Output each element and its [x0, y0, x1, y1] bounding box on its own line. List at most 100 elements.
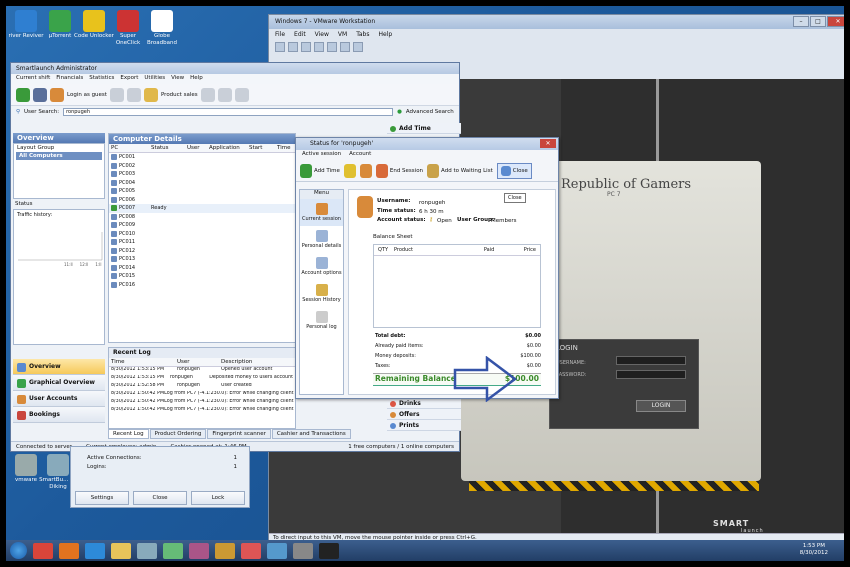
tab-active-session[interactable]: Active session	[302, 151, 341, 159]
table-row[interactable]: PC015	[109, 272, 295, 281]
dialog-close-icon[interactable]: ✕	[540, 139, 556, 148]
unity-icon[interactable]	[340, 42, 350, 52]
tab-account[interactable]: Account	[349, 151, 371, 159]
add-time-button[interactable]: Add Time	[300, 163, 340, 178]
user-button[interactable]	[359, 163, 372, 178]
advanced-search-button[interactable]: Advanced Search	[406, 109, 454, 115]
user-gray-icon[interactable]	[109, 87, 124, 102]
app7-icon[interactable]	[189, 542, 209, 559]
taskbar-clock[interactable]: 1:53 PM 8/30/2012	[800, 543, 828, 557]
menu-financials[interactable]: Financials	[56, 75, 83, 83]
table-row[interactable]: PC001	[109, 153, 295, 162]
add-waiting-list-button[interactable]: Add to Waiting List	[427, 163, 493, 178]
user-icon[interactable]	[50, 87, 64, 102]
firefox-icon[interactable]	[59, 542, 79, 559]
menu-tabs[interactable]: Tabs	[356, 31, 369, 38]
app5-icon[interactable]	[137, 542, 157, 559]
table-row[interactable]: PC006	[109, 196, 295, 205]
log-row[interactable]: 8/30/2012 1:52:58 PM ronpugeh User created	[109, 383, 295, 391]
revert-icon[interactable]	[301, 42, 311, 52]
tools-icon[interactable]	[234, 87, 249, 102]
add-time-item[interactable]: Add Time	[387, 123, 461, 134]
console-icon[interactable]	[353, 42, 363, 52]
table-row[interactable]: PC014	[109, 264, 295, 273]
end-session-button[interactable]: End Session	[375, 163, 423, 178]
log-row[interactable]: 8/30/2012 1:50:42 PM Log from PC7 (-4.1:2…	[109, 407, 295, 415]
log-row[interactable]: 8/30/2012 1:50:42 PM Log from PC7 (-4.1:2…	[109, 391, 295, 399]
user-search-input[interactable]: ronpugeh	[63, 108, 394, 116]
nav-user-accounts[interactable]: User Accounts	[13, 391, 105, 407]
menu-help[interactable]: Help	[190, 75, 203, 83]
printer-icon[interactable]	[200, 87, 215, 102]
go-icon[interactable]: ●	[397, 109, 402, 115]
menu-view[interactable]: View	[315, 31, 329, 38]
product-sales-button[interactable]: Product sales	[161, 92, 198, 98]
explorer-icon[interactable]	[111, 542, 131, 559]
log-row[interactable]: 8/30/2012 1:53:15 PM ronpugeh Deposited mo…	[109, 375, 295, 383]
table-row[interactable]: PC002	[109, 162, 295, 171]
menu-utilities[interactable]: Utilities	[144, 75, 165, 83]
app6-icon[interactable]	[163, 542, 183, 559]
chrome-icon[interactable]	[33, 542, 53, 559]
menu-file[interactable]: File	[275, 31, 285, 38]
ie-icon[interactable]	[85, 542, 105, 559]
table-row[interactable]: PC007 Ready	[109, 204, 295, 213]
smiley-button[interactable]	[343, 163, 356, 178]
nav-bookings[interactable]: Bookings	[13, 407, 105, 423]
guest-login-button[interactable]: LOGIN	[636, 400, 686, 412]
table-row[interactable]: PC013	[109, 255, 295, 264]
all-computers-item[interactable]: All Computers	[16, 152, 102, 160]
close-icon[interactable]: ✕	[827, 16, 844, 27]
table-row[interactable]: PC008	[109, 213, 295, 222]
settings-button[interactable]: Settings	[75, 491, 129, 505]
desktop-icon-4[interactable]: Globe Broadband	[142, 10, 182, 47]
minimize-icon[interactable]: –	[793, 16, 809, 27]
nav-graphical-overview[interactable]: Graphical Overview	[13, 375, 105, 391]
lock-button[interactable]: Lock	[191, 491, 245, 505]
menu-current-session[interactable]: Current session	[300, 199, 343, 226]
menu-personal-details[interactable]: Personal details	[300, 226, 343, 253]
nav-overview[interactable]: Overview	[13, 359, 105, 375]
menu-current-shift[interactable]: Current shift	[16, 75, 50, 83]
cmd-icon[interactable]	[319, 542, 339, 559]
menu-export[interactable]: Export	[120, 75, 138, 83]
table-row[interactable]: PC010	[109, 230, 295, 239]
tab-cashier-transactions[interactable]: Cashier and Transactions	[271, 429, 351, 439]
table-row[interactable]: PC011	[109, 238, 295, 247]
user-status-dialog[interactable]: Status for 'ronpugeh' ✕ Active session A…	[295, 137, 559, 399]
snapshot-icon[interactable]	[288, 42, 298, 52]
power-icon[interactable]	[275, 42, 285, 52]
menu-vm[interactable]: VM	[338, 31, 347, 38]
app8-icon[interactable]	[215, 542, 235, 559]
menu-personal-log[interactable]: Personal log	[300, 307, 343, 334]
maximize-icon[interactable]: □	[810, 16, 826, 27]
table-row[interactable]: PC003	[109, 170, 295, 179]
drinks-item[interactable]: Drinks	[387, 398, 461, 409]
menu-edit[interactable]: Edit	[294, 31, 306, 38]
close-button[interactable]: Close	[133, 491, 187, 505]
table-row[interactable]: PC009	[109, 221, 295, 230]
app10-icon[interactable]	[267, 542, 287, 559]
username-input[interactable]	[616, 356, 686, 365]
menu-session-history[interactable]: Session History	[300, 280, 343, 307]
dialog-close-button[interactable]: Close	[496, 162, 532, 179]
menu-account-options[interactable]: Account options	[300, 253, 343, 280]
user-gray-icon-2[interactable]	[126, 87, 141, 102]
log-row[interactable]: 8/30/2012 1:53:15 PM ronpugeh Opened user …	[109, 367, 295, 375]
product-sales-icon[interactable]	[143, 87, 158, 102]
table-row[interactable]: PC004	[109, 179, 295, 188]
password-input[interactable]	[616, 370, 686, 379]
offers-item[interactable]: Offers	[387, 409, 461, 420]
tab-product-ordering[interactable]: Product Ordering	[149, 429, 207, 439]
start-button[interactable]	[10, 542, 27, 559]
table-row[interactable]: PC012	[109, 247, 295, 256]
smartlaunch-icon[interactable]	[241, 542, 261, 559]
fullscreen-icon[interactable]	[327, 42, 337, 52]
menu-help[interactable]: Help	[379, 31, 393, 38]
table-row[interactable]: PC005	[109, 187, 295, 196]
table-row[interactable]: PC016	[109, 281, 295, 290]
menu-statistics[interactable]: Statistics	[89, 75, 114, 83]
menu-view[interactable]: View	[171, 75, 184, 83]
computer-icon[interactable]	[33, 87, 47, 102]
prints-item[interactable]: Prints	[387, 420, 461, 431]
